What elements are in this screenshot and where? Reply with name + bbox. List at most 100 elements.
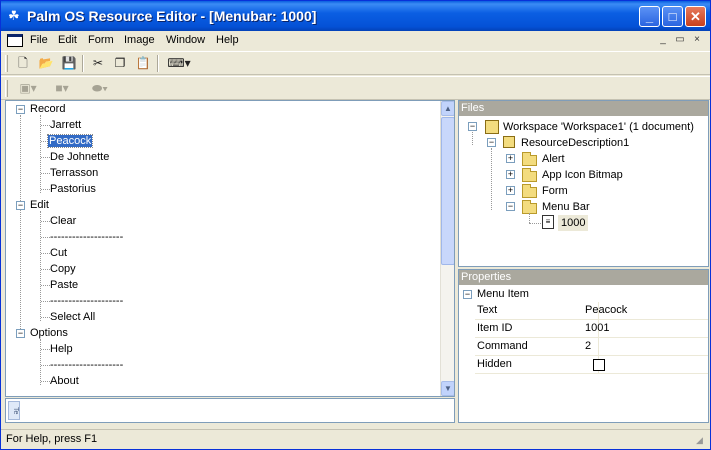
tree-group-options[interactable]: Options bbox=[30, 325, 68, 341]
tree-item[interactable]: About bbox=[50, 373, 79, 389]
resize-grip-icon[interactable]: ◢ bbox=[696, 435, 708, 447]
mdi-restore-button[interactable]: ▭ bbox=[673, 34, 687, 47]
expand-record-toggle[interactable]: − bbox=[16, 105, 25, 114]
menu-bar: File Edit Form Image Window Help _ ▭ × bbox=[1, 31, 710, 50]
expand-resource-toggle[interactable]: − bbox=[487, 138, 496, 147]
scroll-down-button[interactable]: ▼ bbox=[441, 381, 454, 396]
property-name: Text bbox=[477, 304, 498, 316]
close-button[interactable]: ✕ bbox=[685, 6, 706, 27]
menu-window[interactable]: Window bbox=[166, 34, 205, 46]
minimize-button[interactable]: _ bbox=[639, 6, 660, 27]
align-icon[interactable]: ▣▾ bbox=[14, 80, 42, 97]
folder-icon bbox=[522, 168, 537, 182]
tree-vertical-scrollbar[interactable]: ▲ ▼ bbox=[440, 101, 454, 396]
tree-item-separator[interactable]: -------------------- bbox=[50, 229, 123, 245]
tree-item[interactable]: Copy bbox=[50, 261, 76, 277]
scroll-thumb[interactable] bbox=[441, 117, 454, 265]
property-value[interactable]: Peacock bbox=[585, 304, 627, 316]
save-icon[interactable]: 💾 bbox=[60, 55, 78, 72]
expand-menu-bar-toggle[interactable]: − bbox=[506, 202, 515, 211]
files-header: Files bbox=[459, 101, 708, 116]
folder-alert[interactable]: Alert bbox=[542, 151, 565, 167]
title-bar[interactable]: ☘ Palm OS Resource Editor - [Menubar: 10… bbox=[1, 1, 710, 31]
resource-node[interactable]: ResourceDescription1 bbox=[521, 135, 629, 151]
tree-group-record[interactable]: Record bbox=[30, 101, 65, 117]
menu-form[interactable]: Form bbox=[88, 34, 114, 46]
tree-item[interactable]: De Johnette bbox=[50, 149, 109, 165]
properties-section-title: Menu Item bbox=[477, 288, 529, 300]
tree-item-separator[interactable]: -------------------- bbox=[50, 293, 123, 309]
menubar-resource-icon: ≡ bbox=[542, 215, 554, 229]
expand-form-toggle[interactable]: + bbox=[506, 186, 515, 195]
tree-item-separator[interactable]: -------------------- bbox=[50, 357, 123, 373]
standard-toolbar: 🗋 📂 💾 ✂ ❐ 📋 ⌨▾ bbox=[1, 51, 710, 75]
folder-form[interactable]: Form bbox=[542, 183, 568, 199]
open-folder-icon[interactable]: 📂 bbox=[37, 55, 55, 72]
maximize-button[interactable]: □ bbox=[662, 6, 683, 27]
property-value[interactable]: 2 bbox=[585, 340, 591, 352]
copy-icon[interactable]: ❐ bbox=[111, 55, 129, 72]
tree-item[interactable]: Help bbox=[50, 341, 73, 357]
toolbar-grip[interactable] bbox=[5, 80, 8, 97]
mdi-close-button[interactable]: × bbox=[690, 34, 704, 47]
property-row-text[interactable]: Text Peacock bbox=[475, 302, 708, 320]
menubar-1000-node[interactable]: 1000 bbox=[558, 215, 589, 231]
shape-icon[interactable]: ⬬▾ bbox=[84, 80, 116, 97]
selected-item-label: Peacock bbox=[46, 134, 94, 148]
expand-app-icon-toggle[interactable]: + bbox=[506, 170, 515, 179]
size-icon[interactable]: ■▾ bbox=[48, 80, 76, 97]
menu-image[interactable]: Image bbox=[124, 34, 155, 46]
workspace-node[interactable]: Workspace 'Workspace1' (1 document) bbox=[503, 119, 694, 135]
palm-app-icon: ☘ bbox=[8, 8, 20, 23]
tree-connector bbox=[491, 148, 492, 210]
status-bar: For Help, press F1 ◢ bbox=[1, 429, 710, 449]
tree-connector bbox=[40, 211, 41, 321]
tree-item[interactable]: Pastorius bbox=[50, 181, 96, 197]
tree-item[interactable]: Select All bbox=[50, 309, 95, 325]
tree-branch bbox=[41, 317, 50, 318]
tree-item[interactable]: Paste bbox=[50, 277, 78, 293]
property-row-item-id[interactable]: Item ID 1001 bbox=[475, 320, 708, 338]
collapse-menu-item-toggle[interactable]: − bbox=[463, 290, 472, 299]
app-window: ☘ Palm OS Resource Editor - [Menubar: 10… bbox=[0, 0, 711, 450]
tree-branch bbox=[41, 269, 50, 270]
menu-tree-view[interactable]: − Record Jarrett Peacock De Johnette Ter… bbox=[5, 100, 455, 397]
folder-app-icon-bitmap[interactable]: App Icon Bitmap bbox=[542, 167, 623, 183]
keyboard-icon[interactable]: ⌨▾ bbox=[164, 55, 194, 72]
tree-item[interactable]: Clear bbox=[50, 213, 76, 229]
tree-item-selected[interactable]: Peacock bbox=[46, 133, 94, 149]
tree-item[interactable]: Terrasson bbox=[50, 165, 98, 181]
property-divider bbox=[598, 338, 599, 355]
scroll-up-button[interactable]: ▲ bbox=[441, 101, 454, 116]
output-scrollbar[interactable] bbox=[440, 400, 454, 421]
output-tab[interactable]: Te bbox=[8, 401, 20, 420]
expand-workspace-toggle[interactable]: − bbox=[468, 122, 477, 131]
menu-help[interactable]: Help bbox=[216, 34, 239, 46]
property-name: Item ID bbox=[477, 322, 513, 334]
cut-icon[interactable]: ✂ bbox=[89, 55, 107, 72]
document-window-icon[interactable] bbox=[7, 34, 23, 47]
properties-header: Properties bbox=[459, 270, 708, 285]
menu-file[interactable]: File bbox=[30, 34, 48, 46]
property-row-command[interactable]: Command 2 bbox=[475, 338, 708, 356]
tree-connector bbox=[20, 115, 21, 335]
tree-item[interactable]: Jarrett bbox=[50, 117, 81, 133]
tree-connector bbox=[529, 213, 530, 223]
expand-alert-toggle[interactable]: + bbox=[506, 154, 515, 163]
property-row-hidden[interactable]: Hidden bbox=[475, 356, 708, 374]
hidden-checkbox[interactable] bbox=[593, 359, 605, 371]
menu-edit[interactable]: Edit bbox=[58, 34, 77, 46]
tree-branch bbox=[41, 349, 50, 350]
toolbar-grip[interactable] bbox=[5, 55, 8, 72]
expand-options-toggle[interactable]: − bbox=[16, 329, 25, 338]
tree-group-edit[interactable]: Edit bbox=[30, 197, 49, 213]
tree-branch bbox=[41, 221, 50, 222]
expand-edit-toggle[interactable]: − bbox=[16, 201, 25, 210]
property-value[interactable]: 1001 bbox=[585, 322, 609, 334]
new-file-icon[interactable]: 🗋 bbox=[14, 55, 32, 72]
window-title: Palm OS Resource Editor - [Menubar: 1000… bbox=[27, 8, 317, 24]
paste-icon[interactable]: 📋 bbox=[134, 55, 152, 72]
folder-menu-bar[interactable]: Menu Bar bbox=[542, 199, 590, 215]
mdi-minimize-button[interactable]: _ bbox=[656, 34, 670, 47]
tree-item[interactable]: Cut bbox=[50, 245, 67, 261]
